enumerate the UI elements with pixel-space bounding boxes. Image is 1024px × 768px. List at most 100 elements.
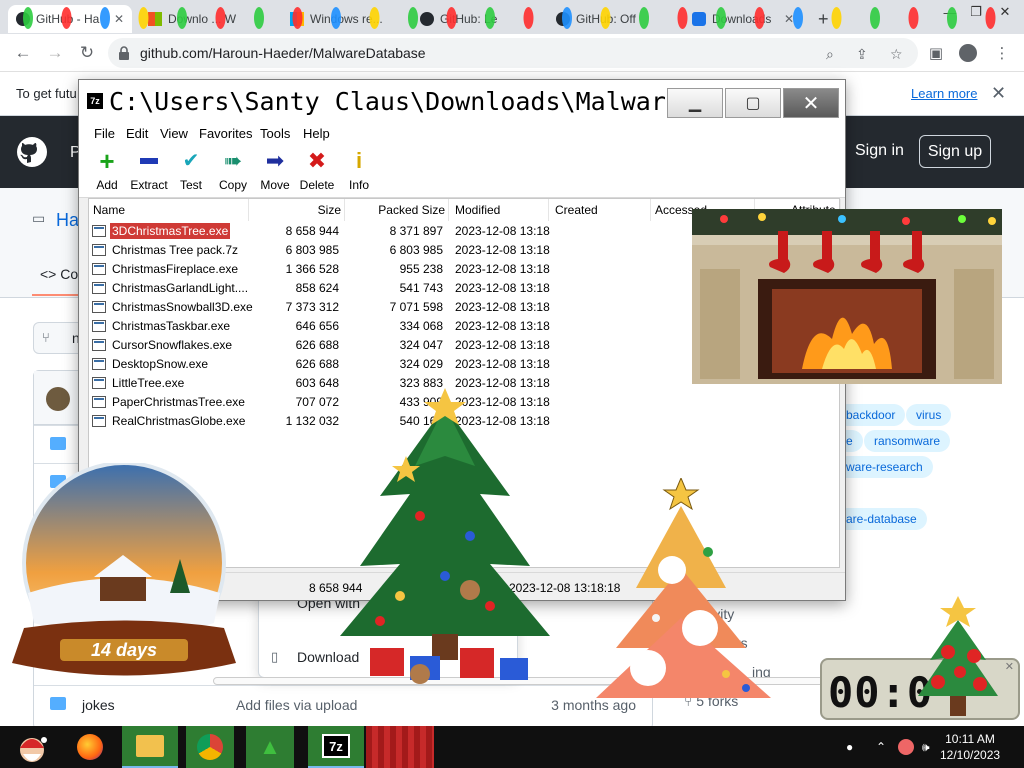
add-button[interactable]: + Add	[83, 148, 131, 194]
tray-overflow-icon[interactable]: ⌃	[876, 726, 886, 768]
column-header-created[interactable]: Created	[555, 199, 651, 221]
browser-tab[interactable]: GitHub: Off	[548, 5, 678, 33]
topic-tag[interactable]: are-database	[836, 508, 927, 530]
copy-button[interactable]: ➠ Copy	[209, 148, 257, 194]
search-icon[interactable]: ⌕	[826, 46, 834, 63]
browser-tab[interactable]: Downlo ... W	[140, 5, 275, 33]
menu-file[interactable]: File	[94, 126, 115, 141]
little-tree-widget[interactable]	[908, 596, 1012, 720]
taskbar-7zip[interactable]: 7z	[308, 726, 364, 768]
more-menu-icon[interactable]: ⋮	[992, 43, 1012, 63]
christmas-tree-widget[interactable]	[320, 386, 570, 706]
taskbar-clock[interactable]: 10:11 AM 12/10/2023	[940, 731, 1000, 763]
close-tab-icon[interactable]: ✕	[784, 12, 794, 26]
file-icon	[92, 320, 106, 332]
topic-tag[interactable]: backdoor	[836, 404, 906, 426]
file-name-cell[interactable]: ChristmasFireplace.exe	[92, 261, 240, 277]
file-icon	[92, 301, 106, 313]
close-icon[interactable]: ✕	[991, 83, 1006, 104]
snow-globe-widget[interactable]: 14 days	[0, 463, 250, 688]
fireplace-widget[interactable]	[692, 209, 1002, 384]
double-arrow-icon: ➠	[223, 148, 243, 173]
file-name-cell[interactable]: ChristmasGarlandLight....	[92, 280, 250, 296]
topic-tag[interactable]: ransomware	[864, 430, 951, 452]
file-name-cell[interactable]: DesktopSnow.exe	[92, 356, 210, 372]
zip-icon: ▯	[271, 649, 279, 664]
address-bar[interactable]: github.com/Haroun-Haeder/MalwareDatabase…	[108, 38, 918, 68]
minimize-icon[interactable]: —	[938, 0, 962, 24]
column-header-modified[interactable]: Modified	[455, 199, 549, 221]
tab-label: GitHub - Ha	[36, 12, 100, 26]
tray-dot-icon[interactable]: ●	[846, 726, 853, 768]
file-name-cell[interactable]: Christmas Tree pack.7z	[92, 242, 240, 258]
new-tab-button[interactable]: +	[810, 5, 834, 33]
volume-icon[interactable]: 🕪	[922, 726, 930, 768]
sign-up-button[interactable]: Sign up	[919, 135, 991, 168]
browser-tab[interactable]: Windows re...	[282, 5, 407, 33]
browser-tab[interactable]: GitHub - Ha ✕	[8, 5, 132, 33]
file-icon	[92, 263, 106, 275]
move-button[interactable]: ➡ Move	[251, 148, 299, 194]
file-name[interactable]: jokes	[82, 697, 115, 713]
file-name: ChristmasTaskbar.exe	[112, 319, 231, 333]
file-icon	[92, 244, 106, 256]
folder-icon	[50, 437, 66, 450]
folder-icon	[136, 735, 164, 757]
close-button[interactable]: ✕	[783, 88, 839, 118]
browser-tab[interactable]: Downloads ✕	[684, 5, 802, 33]
topic-tag[interactable]: virus	[906, 404, 952, 426]
tab-code[interactable]: <> Co	[40, 266, 78, 282]
file-name-cell[interactable]: PaperChristmasTree.exe	[92, 394, 247, 410]
menu-bar: File Edit View Favorites Tools Help	[79, 122, 845, 144]
column-header-packed-size[interactable]: Packed Size	[345, 199, 449, 221]
close-window-icon[interactable]: ✕	[990, 0, 1020, 24]
info-button[interactable]: i Info	[335, 148, 383, 194]
bookmark-star-icon[interactable]: ☆	[890, 46, 903, 63]
taskbar-file-explorer[interactable]	[122, 726, 178, 768]
delete-button[interactable]: ✖ Delete	[293, 148, 341, 194]
menu-tools[interactable]: Tools	[260, 126, 290, 141]
forward-icon[interactable]: →	[42, 40, 68, 66]
reload-icon[interactable]: ↻	[74, 40, 100, 66]
file-name-cell[interactable]: 3DChristmasTree.exe	[92, 223, 231, 239]
column-header-name[interactable]: Name	[93, 199, 249, 221]
taskbar-chrome[interactable]	[186, 726, 234, 768]
menu-help[interactable]: Help	[303, 126, 330, 141]
sign-in-link[interactable]: Sign in	[855, 142, 904, 160]
browser-tab[interactable]: GitHub: Le	[412, 5, 542, 33]
sidebar-icon[interactable]: ▣	[926, 43, 946, 63]
file-name-cell[interactable]: ChristmasTaskbar.exe	[92, 318, 232, 334]
test-button[interactable]: ✔ Test	[167, 148, 215, 194]
file-name-cell[interactable]: LittleTree.exe	[92, 375, 186, 391]
menu-favorites[interactable]: Favorites	[199, 126, 252, 141]
restore-icon[interactable]: ❐	[962, 0, 990, 24]
maximize-button[interactable]: ▢	[725, 88, 781, 118]
file-name-cell[interactable]: RealChristmasGlobe.exe	[92, 413, 247, 429]
topic-tag[interactable]: ware-research	[836, 456, 933, 478]
extract-button[interactable]: Extract	[125, 148, 173, 194]
paper-tree-widget[interactable]	[596, 478, 776, 700]
file-name-cell[interactable]: CursorSnowflakes.exe	[92, 337, 234, 353]
file-name-cell[interactable]: ChristmasSnowball3D.exe	[92, 299, 255, 315]
file-packed-size: 7 071 598	[389, 300, 443, 314]
profile-icon[interactable]	[958, 43, 978, 63]
share-icon[interactable]: ⇪	[856, 46, 868, 63]
file-icon	[92, 415, 106, 427]
close-tab-icon[interactable]: ✕	[114, 12, 124, 26]
back-icon[interactable]: ←	[10, 40, 36, 66]
tray-app-icon[interactable]	[898, 726, 914, 768]
minimize-button[interactable]: ▁	[667, 88, 723, 118]
taskbar-firefox[interactable]	[66, 726, 114, 768]
column-header-size[interactable]: Size	[249, 199, 345, 221]
window-titlebar[interactable]: 7z C:\Users\Santy Claus\Downloads\Malwar…	[79, 80, 845, 122]
github-logo-icon[interactable]	[16, 136, 48, 168]
avatar[interactable]	[46, 387, 70, 411]
file-packed-size: 8 371 897	[389, 224, 443, 238]
menu-view[interactable]: View	[160, 126, 188, 141]
repo-name[interactable]: Ha	[56, 210, 79, 231]
menu-edit[interactable]: Edit	[126, 126, 148, 141]
learn-more-link[interactable]: Learn more	[911, 86, 977, 101]
start-button[interactable]	[6, 726, 58, 768]
file-name: ChristmasSnowball3D.exe	[112, 300, 253, 314]
taskbar-tree-app[interactable]: ▲	[246, 726, 294, 768]
